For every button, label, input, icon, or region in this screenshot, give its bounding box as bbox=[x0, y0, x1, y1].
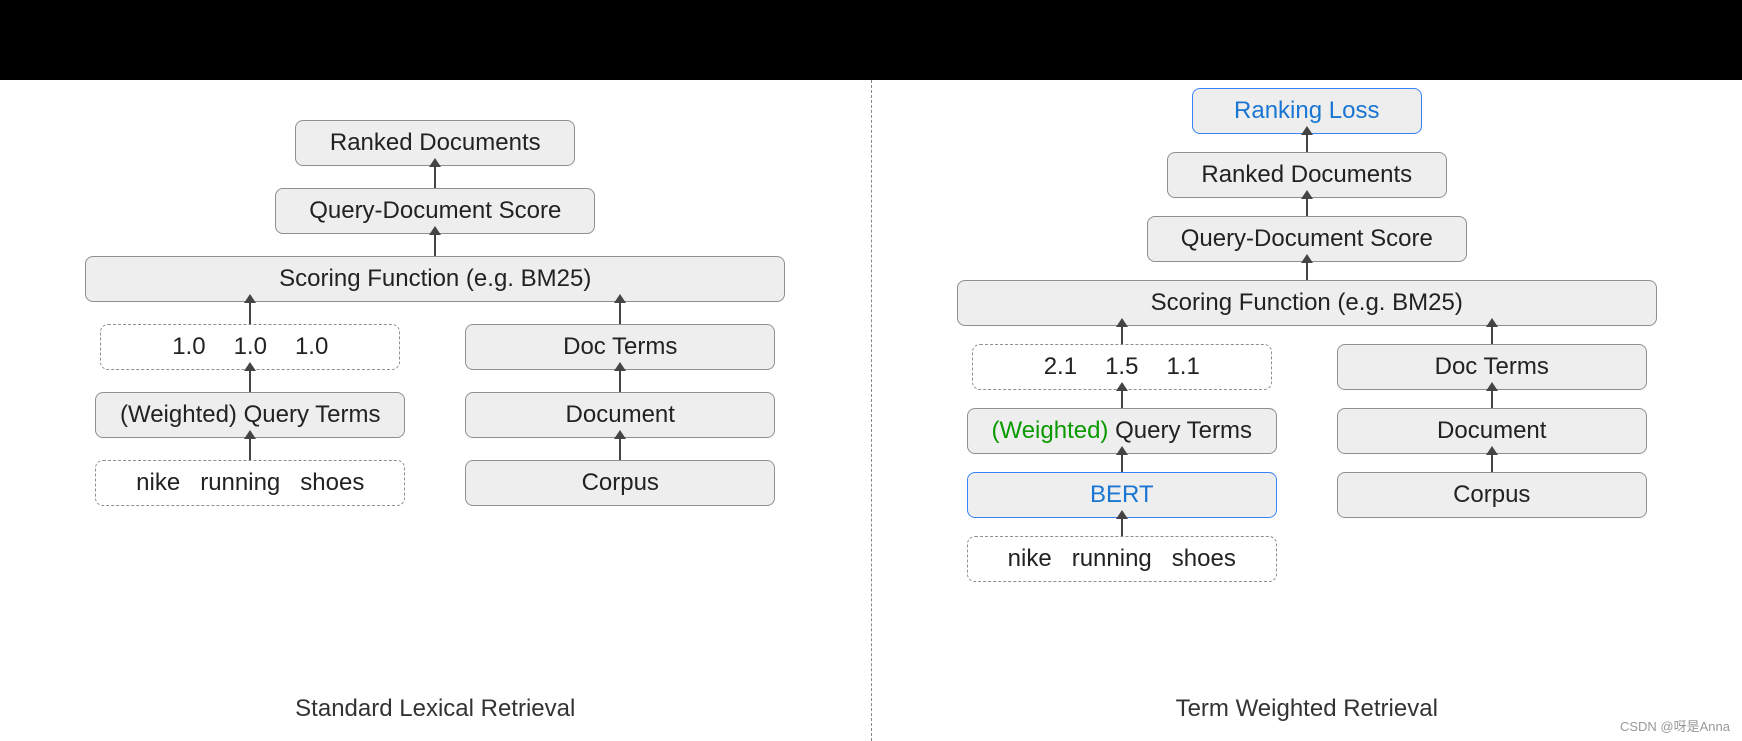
diagram-page: Ranked Documents Query-Document Score Sc… bbox=[0, 0, 1742, 741]
arrow-icon bbox=[1306, 134, 1308, 152]
right-query-column: 2.1 1.5 1.1 (Weighted) Query Terms BERT bbox=[957, 326, 1287, 582]
panels-row: Ranked Documents Query-Document Score Sc… bbox=[0, 80, 1742, 741]
arrow-icon bbox=[1121, 518, 1123, 536]
arrow-icon bbox=[249, 370, 251, 392]
arrow-icon bbox=[619, 438, 621, 460]
weight-value: 2.1 bbox=[1044, 353, 1077, 381]
wqt-prefix: (Weighted) bbox=[991, 417, 1115, 444]
arrow-icon bbox=[1306, 198, 1308, 216]
left-query-column: 1.0 1.0 1.0 (Weighted) Query Terms nike … bbox=[85, 302, 415, 506]
arrow-icon bbox=[1121, 454, 1123, 472]
wqt-prefix: (Weighted) bbox=[120, 401, 244, 428]
weight-value: 1.0 bbox=[172, 333, 205, 361]
arrow-icon bbox=[249, 438, 251, 460]
arrow-icon bbox=[434, 166, 436, 188]
arrow-icon bbox=[619, 370, 621, 392]
arrow-icon bbox=[249, 302, 251, 324]
arrow-icon bbox=[1306, 262, 1308, 280]
left-panel: Ranked Documents Query-Document Score Sc… bbox=[0, 80, 871, 741]
arrow-icon bbox=[1121, 326, 1123, 344]
left-doc-column: Doc Terms Document Corpus bbox=[455, 302, 785, 506]
scoring-function-box: Scoring Function (e.g. BM25) bbox=[957, 280, 1657, 326]
wqt-suffix: Query Terms bbox=[1115, 417, 1252, 444]
arrow-icon bbox=[1491, 326, 1493, 344]
scoring-function-box: Scoring Function (e.g. BM25) bbox=[85, 256, 785, 302]
left-stack: Ranked Documents Query-Document Score Sc… bbox=[85, 120, 785, 506]
top-black-bar bbox=[0, 0, 1742, 80]
wqt-suffix: Query Terms bbox=[244, 401, 381, 428]
right-doc-column: Doc Terms Document Corpus bbox=[1327, 326, 1657, 518]
arrow-icon bbox=[1491, 454, 1493, 472]
right-caption: Term Weighted Retrieval bbox=[872, 695, 1742, 723]
weight-value: 1.0 bbox=[234, 333, 267, 361]
right-stack: Ranking Loss Ranked Documents Query-Docu… bbox=[957, 88, 1657, 582]
left-caption: Standard Lexical Retrieval bbox=[0, 695, 871, 723]
query-text-box: nike running shoes bbox=[967, 536, 1277, 582]
corpus-box: Corpus bbox=[465, 460, 775, 506]
corpus-box: Corpus bbox=[1337, 472, 1647, 518]
watermark-text: CSDN @呀是Anna bbox=[1620, 716, 1730, 735]
right-panel: Ranking Loss Ranked Documents Query-Docu… bbox=[872, 80, 1742, 741]
arrow-icon bbox=[619, 302, 621, 324]
weight-value: 1.0 bbox=[295, 333, 328, 361]
weight-value: 1.1 bbox=[1166, 353, 1199, 381]
arrow-icon bbox=[1121, 390, 1123, 408]
query-text-box: nike running shoes bbox=[95, 460, 405, 506]
weight-value: 1.5 bbox=[1105, 353, 1138, 381]
arrow-icon bbox=[1491, 390, 1493, 408]
arrow-icon bbox=[434, 234, 436, 256]
